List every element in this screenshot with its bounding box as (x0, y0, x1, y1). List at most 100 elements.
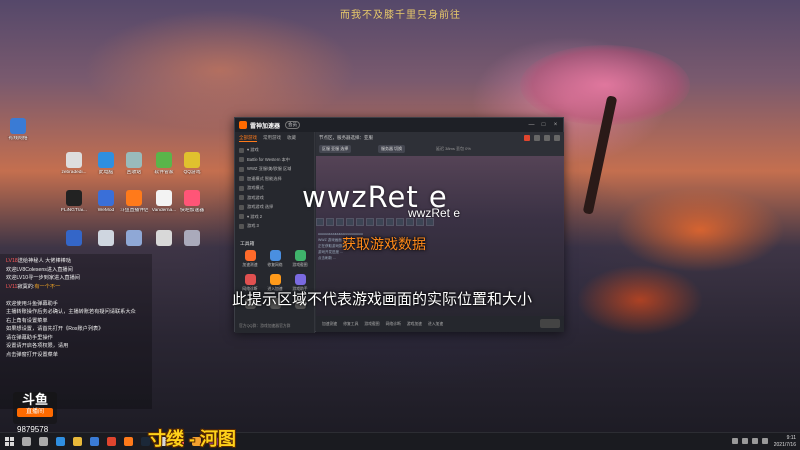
edge-icon[interactable] (56, 437, 65, 446)
douyu-logo-sub: 直播间 (17, 408, 53, 417)
volume-icon[interactable] (752, 438, 758, 444)
app-shortcut-icon (98, 190, 114, 206)
game-name: 游戏游戏 (247, 194, 264, 200)
capture-tool-icon[interactable] (396, 218, 404, 226)
desktop-icon[interactable]: Vanderna... (150, 190, 178, 214)
region-hint-text: 此提示区域不代表游戏画面的实际位置和大小 (232, 291, 533, 308)
tab-common-games[interactable]: 常用游戏 (263, 135, 281, 142)
desktop-icon-label: zebradedi... (61, 170, 87, 175)
maximize-button[interactable]: □ (540, 121, 547, 129)
game-list-item[interactable]: Battle for Western 本中 (239, 156, 311, 164)
capture-tool-icon[interactable] (326, 218, 334, 226)
bottom-tool-button[interactable]: 修复工具 (343, 322, 358, 327)
app-shortcut-icon (98, 152, 114, 168)
desktop-icon-label: FLiNGTrai... (61, 208, 87, 213)
desktop-icon[interactable]: QQ游戏 (178, 152, 206, 176)
bottom-tool-button[interactable]: 游戏截图 (364, 322, 379, 327)
game-list-item[interactable]: 游戏游戏 (239, 194, 311, 202)
desktop-icon[interactable]: 回收站 (120, 152, 148, 176)
chat-text: 寂寞的: (17, 283, 35, 290)
game-list-item[interactable]: 加速模式 智能选择 (239, 175, 311, 183)
start-icon-pane (5, 437, 9, 441)
capture-tool-icon[interactable] (356, 218, 364, 226)
task-view-icon[interactable] (39, 437, 48, 446)
game-icon (239, 204, 244, 210)
app-titlebar[interactable]: 雷神加速器 会员 — □ × (235, 118, 563, 132)
desktop-icon[interactable]: 斗鱼直播伴侣 (120, 190, 148, 214)
app-shortcut-icon (184, 152, 200, 168)
desktop-icon[interactable]: 快吧加速器 (178, 190, 206, 214)
explorer-icon[interactable] (73, 437, 82, 446)
toolbox-item[interactable]: 修复网络 (264, 250, 286, 268)
desktop-icon[interactable] (150, 230, 178, 248)
game-list-item[interactable]: 游戏模式 (239, 184, 311, 192)
tray-arrow-icon[interactable] (732, 438, 738, 444)
desktop-icon[interactable] (120, 230, 148, 248)
desktop-icon[interactable]: 软件管家 (150, 152, 178, 176)
douyu-logo-text: 斗鱼 (21, 392, 48, 407)
game-list-item[interactable]: ▾ 游戏 2 (239, 213, 311, 221)
desktop-icon[interactable] (92, 230, 120, 248)
bottom-tool-button[interactable]: 进入加速 (428, 322, 443, 327)
game-name: ▾ 游戏 (247, 147, 259, 152)
game-list-item[interactable]: WWZ 亚服/美/欧服 区域 (239, 165, 311, 173)
region-selector[interactable]: 节点区，服务器选择：亚服 (319, 135, 373, 141)
settings-icon[interactable] (534, 135, 540, 141)
app-shortcut-icon (66, 152, 82, 168)
desktop-icon[interactable] (60, 230, 88, 248)
share-icon[interactable] (544, 135, 550, 141)
search-icon[interactable] (554, 135, 560, 141)
douyu-icon[interactable] (124, 437, 133, 446)
desktop-icon[interactable]: FLiNGTrai... (60, 190, 88, 214)
toolbox-item[interactable]: 游戏截图 (289, 250, 311, 268)
sidebar-footer[interactable]: 官方QQ群：游戏加速器官方群 (239, 324, 290, 329)
record-icon[interactable] (524, 135, 530, 141)
game-list-item[interactable]: 游戏 3 (239, 222, 311, 230)
tab-all-games[interactable]: 全部游戏 (239, 135, 257, 142)
start-icon-pane (5, 442, 9, 446)
tool-label: 修复网络 (267, 263, 283, 267)
latency-meta: 延迟 38ms 丢包 0% (436, 146, 471, 151)
capture-tool-icon[interactable] (386, 218, 394, 226)
start-button[interactable] (5, 437, 14, 446)
confirm-button[interactable] (540, 319, 560, 328)
app-shortcut-icon (98, 230, 114, 246)
taskbar-clock[interactable]: 9:11 2021/7/16 (774, 435, 796, 449)
capture-tool-icon[interactable] (346, 218, 354, 226)
ime-icon[interactable] (762, 438, 768, 444)
header-icons (524, 135, 560, 141)
system-tray (732, 438, 768, 444)
game-list-item[interactable]: ▾ 游戏 (239, 146, 311, 154)
close-button[interactable]: × (552, 121, 559, 129)
desktop-icon[interactable]: 此电脑 (92, 152, 120, 176)
server-pill[interactable]: 区服 亚服 选择 (319, 145, 352, 153)
fetching-data-text: 获取游戏数据 (342, 236, 426, 252)
main-header: 节点区，服务器选择：亚服 区服 亚服 选择 服务器 切换 延迟 38ms 丢包 … (316, 132, 564, 156)
toolbox-item[interactable]: 加速测速 (239, 250, 261, 268)
desktop-icon[interactable]: WeMod (92, 190, 120, 214)
chat-text: 主播转账操作后务必确认，主播转账若有疑问请联系大众 (6, 309, 136, 315)
search-icon[interactable] (22, 437, 31, 446)
capture-tool-icon[interactable] (336, 218, 344, 226)
switch-pill[interactable]: 服务器 切换 (378, 145, 406, 153)
capture-tool-icon[interactable] (366, 218, 374, 226)
store-icon[interactable] (90, 437, 99, 446)
game-icon (239, 185, 244, 191)
app-shortcut-icon (126, 190, 142, 206)
chat-text: 欢迎LV8Colesens进入直播间 (6, 266, 73, 273)
desktop-icon[interactable]: 有线网络 (4, 118, 32, 142)
chrome-icon[interactable] (107, 437, 116, 446)
bottom-tool-button[interactable]: 网络诊断 (386, 322, 401, 327)
minimize-button[interactable]: — (528, 121, 535, 129)
tab-favorites[interactable]: 收藏 (287, 135, 296, 142)
capture-tool-icon[interactable] (316, 218, 324, 226)
game-icon (239, 166, 244, 172)
game-list-item[interactable]: 游戏游戏 选择 (239, 203, 311, 211)
bottom-tool-button[interactable]: 游戏加速 (407, 322, 422, 327)
vip-badge[interactable]: 会员 (285, 121, 300, 129)
network-icon[interactable] (742, 438, 748, 444)
desktop-icon[interactable]: zebradedi... (60, 152, 88, 176)
capture-tool-icon[interactable] (376, 218, 384, 226)
bottom-tool-button[interactable]: 加速测速 (322, 322, 337, 327)
desktop-icon[interactable] (178, 230, 206, 248)
